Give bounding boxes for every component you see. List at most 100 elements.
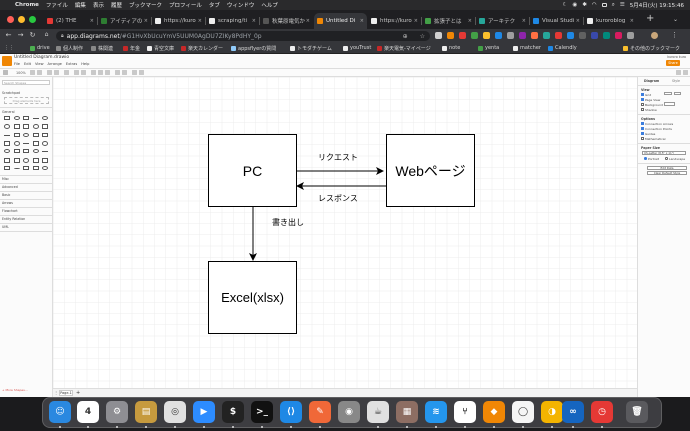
- line-color-icon[interactable]: [98, 70, 103, 75]
- menubar-item-bookmarks[interactable]: ブックマーク: [129, 1, 162, 9]
- sequel-icon[interactable]: ☕: [367, 401, 389, 423]
- menubar-item-tab[interactable]: タブ: [209, 1, 220, 9]
- shape-thumbnail[interactable]: [13, 157, 20, 163]
- shape-thumbnail[interactable]: [23, 116, 29, 120]
- close-tab-icon[interactable]: ×: [306, 18, 310, 24]
- shape-thumbnail[interactable]: [4, 124, 10, 130]
- control-center-icon[interactable]: ☰: [620, 2, 625, 8]
- edit-data-button[interactable]: Edit Data: [647, 166, 687, 170]
- close-tab-icon[interactable]: ×: [198, 18, 202, 24]
- vscode-icon[interactable]: ⟨⟩: [280, 401, 302, 423]
- bookmark-item[interactable]: drive: [30, 45, 50, 51]
- close-tab-icon[interactable]: ×: [414, 18, 418, 24]
- zoom-out-icon[interactable]: [37, 70, 42, 75]
- menubar-item-profile[interactable]: プロフィール: [169, 1, 202, 9]
- close-tab-icon[interactable]: ×: [90, 18, 94, 24]
- extension-icon[interactable]: [603, 32, 610, 39]
- grid-color-swatch[interactable]: [674, 92, 681, 95]
- menubar-item-view[interactable]: 表示: [93, 1, 104, 9]
- system-preferences-icon[interactable]: ⚙: [106, 401, 128, 423]
- bookmark-item[interactable]: 青空文庫: [147, 45, 174, 52]
- extension-icon[interactable]: [519, 32, 526, 39]
- delete-icon[interactable]: [64, 70, 69, 75]
- section-basic[interactable]: Basic: [2, 193, 10, 197]
- kebab-menu-icon[interactable]: ⋮: [670, 31, 679, 39]
- label-request[interactable]: リクエスト: [318, 152, 358, 163]
- shape-thumbnail[interactable]: [32, 124, 39, 130]
- close-tab-icon[interactable]: ×: [360, 18, 364, 24]
- connection-points-checkbox[interactable]: [641, 127, 644, 130]
- browser-tab[interactable]: https://kuro ×: [152, 13, 205, 29]
- menubar-item-history[interactable]: 履歴: [111, 1, 122, 9]
- menu-arrange[interactable]: Arrange: [48, 62, 62, 66]
- shape-thumbnail[interactable]: [13, 116, 20, 120]
- calendar-icon[interactable]: 4: [77, 401, 99, 423]
- chevron-down-icon[interactable]: ⌄: [673, 16, 678, 23]
- search-icon[interactable]: ⌕: [612, 2, 615, 9]
- browser-tab[interactable]: kuroroblog ×: [584, 13, 637, 29]
- chrome-icon[interactable]: ◎: [164, 401, 186, 423]
- preview-icon[interactable]: ◉: [338, 401, 360, 423]
- extension-icon[interactable]: [447, 32, 454, 39]
- shape-thumbnail[interactable]: [4, 140, 10, 146]
- zoom-select[interactable]: 100%: [16, 71, 26, 75]
- browser-tab[interactable]: https://kuro ×: [368, 13, 421, 29]
- label-response[interactable]: レスポンス: [318, 193, 358, 204]
- docker-icon[interactable]: ≋: [425, 401, 447, 423]
- pages-menu-icon[interactable]: ⋮: [54, 390, 58, 395]
- menu-file[interactable]: File: [14, 62, 20, 66]
- drawio-icon[interactable]: ◆: [483, 401, 505, 423]
- shadow-checkbox[interactable]: [641, 108, 644, 111]
- bookmark-item[interactable]: appsflyerの質問: [231, 45, 276, 52]
- shape-thumbnail[interactable]: [32, 157, 39, 163]
- shape-search-input[interactable]: Search Shapes: [2, 80, 50, 85]
- extension-icon[interactable]: [471, 32, 478, 39]
- bluetooth-icon[interactable]: ✱: [582, 2, 587, 8]
- bookmark-item[interactable]: 楽天カレンダー: [181, 45, 223, 52]
- bookmark-item[interactable]: 楽天電気-マイページ: [377, 45, 431, 52]
- shape-thumbnail[interactable]: [13, 149, 20, 154]
- reload-icon[interactable]: ↻: [28, 31, 37, 39]
- section-flowchart[interactable]: Flowchart: [2, 209, 18, 213]
- collapse-icon[interactable]: [683, 70, 688, 75]
- shape-thumbnail[interactable]: [23, 165, 29, 170]
- bookmark-item[interactable]: 株関連: [91, 45, 113, 52]
- wifi-icon[interactable]: ◠: [592, 2, 597, 8]
- format-panel-icon[interactable]: [3, 70, 8, 75]
- archive-icon[interactable]: ▦: [396, 401, 418, 423]
- document-title[interactable]: Untitled Diagram.drawio: [14, 55, 69, 60]
- extension-icon[interactable]: [567, 32, 574, 39]
- browser-tab[interactable]: Visual Studi ×: [530, 13, 583, 29]
- back-icon[interactable]: ←: [4, 31, 13, 39]
- clock-app-icon[interactable]: ◷: [591, 401, 613, 423]
- shape-thumbnail[interactable]: [42, 157, 48, 163]
- close-tab-icon[interactable]: ×: [576, 18, 580, 24]
- shadow-icon[interactable]: [105, 70, 110, 75]
- address-bar[interactable]: 🔒︎ app.diagrams.net/#G1HvXbUcuYmV5UUM0Ag…: [56, 31, 430, 41]
- browser-tab[interactable]: 秋葉原電気か ×: [260, 13, 313, 29]
- shape-thumbnail[interactable]: [13, 167, 20, 169]
- battery-icon[interactable]: [601, 3, 607, 7]
- to-back-icon[interactable]: [81, 70, 86, 75]
- page-tab[interactable]: Page-1: [59, 390, 73, 396]
- shape-thumbnail[interactable]: [32, 140, 39, 146]
- moon-icon[interactable]: ☾: [563, 2, 568, 8]
- extension-icon[interactable]: [435, 32, 442, 39]
- menubar-item-help[interactable]: ヘルプ: [261, 1, 278, 9]
- shape-thumbnail[interactable]: [42, 116, 48, 120]
- mathematical-checkbox[interactable]: [641, 137, 644, 140]
- puzzle-icon[interactable]: [627, 32, 634, 39]
- tab-style[interactable]: Style: [672, 79, 680, 83]
- close-window-icon[interactable]: [7, 16, 14, 23]
- shape-thumbnail[interactable]: [13, 124, 20, 130]
- menubar-item-edit[interactable]: 編集: [75, 1, 86, 9]
- table-icon[interactable]: [139, 70, 144, 75]
- diagram-canvas[interactable]: PC Webページ Excel(xlsx) リクエスト レスポンス 書き出し: [53, 77, 637, 388]
- tableplus-icon[interactable]: ◯: [512, 401, 534, 423]
- browser-tab[interactable]: 拡張子とは ×: [422, 13, 475, 29]
- extension-icon[interactable]: [543, 32, 550, 39]
- shape-thumbnail[interactable]: [4, 116, 10, 120]
- shape-thumbnail[interactable]: [32, 165, 39, 170]
- section-entity-relation[interactable]: Entity Relation: [2, 217, 25, 221]
- avatar[interactable]: [651, 32, 658, 39]
